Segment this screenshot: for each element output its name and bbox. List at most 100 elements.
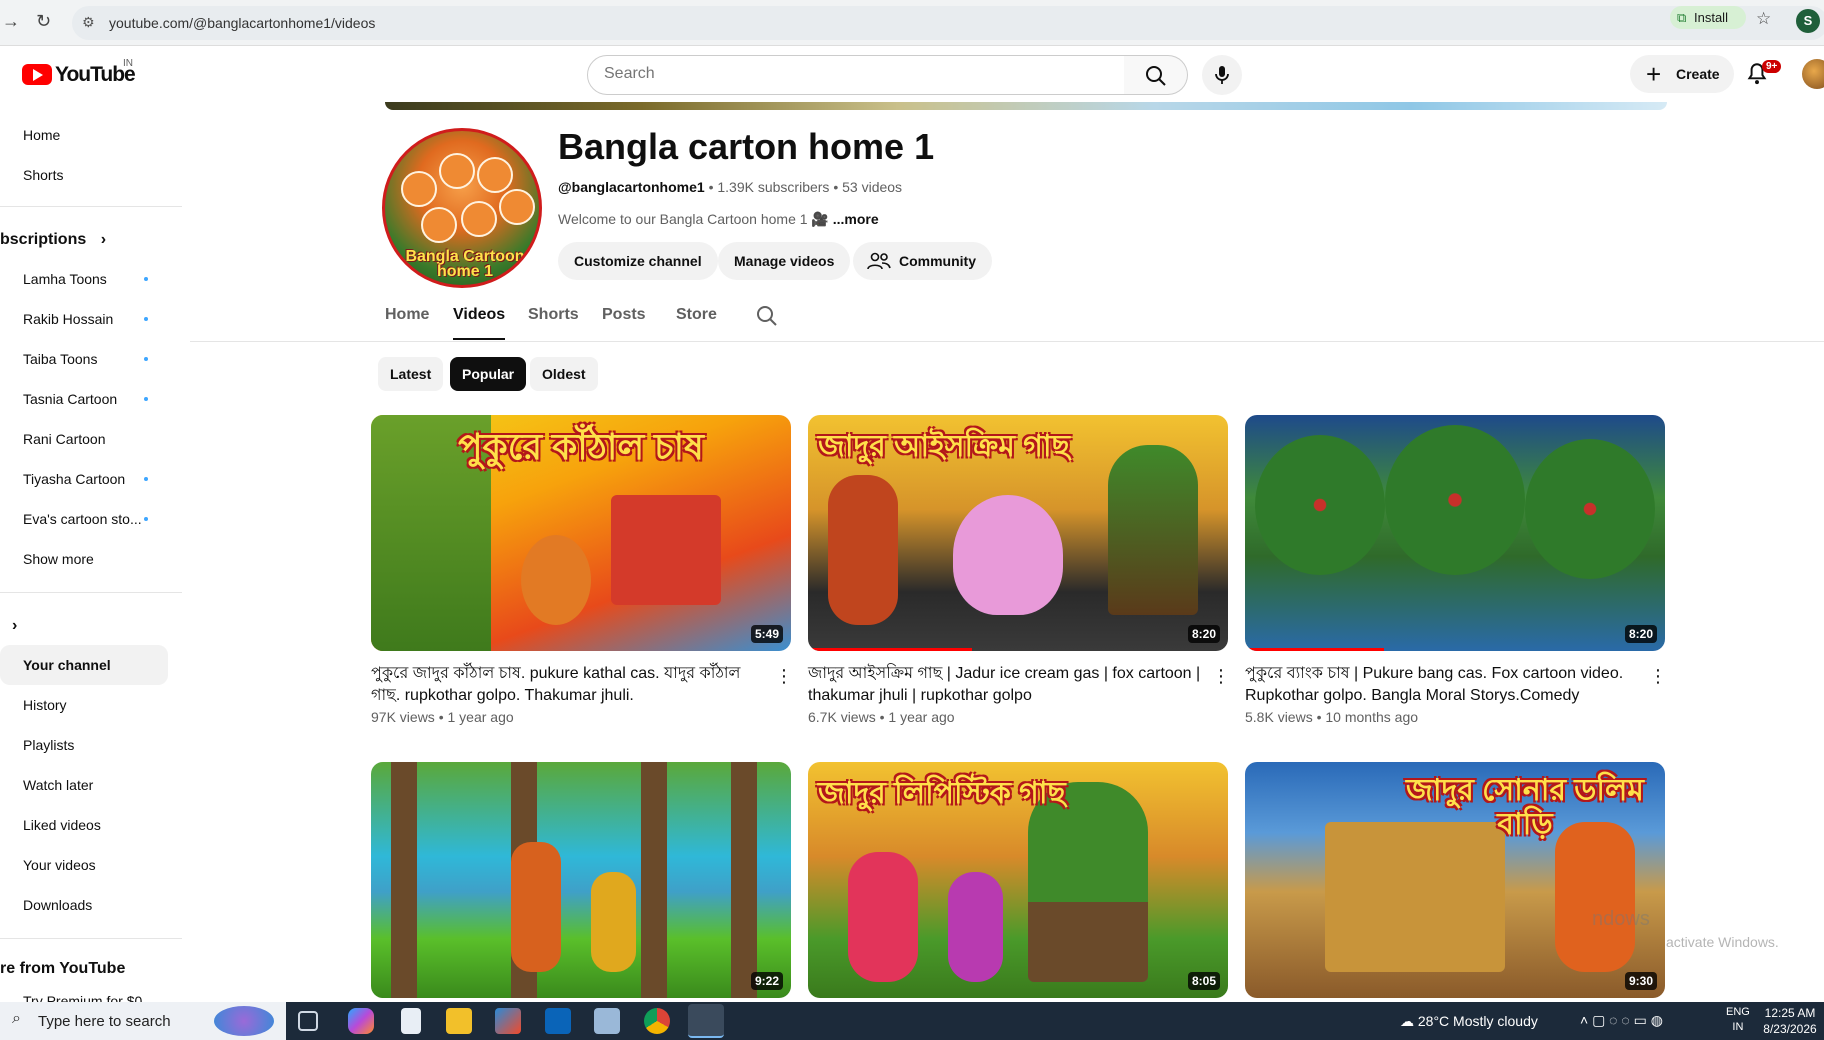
customize-channel-button[interactable]: Customize channel (558, 242, 718, 280)
create-button[interactable]: + Create (1630, 55, 1734, 93)
outlook-icon[interactable] (545, 1008, 571, 1034)
video-meta: 97K views • 1 year ago (371, 709, 514, 725)
reload-icon[interactable]: ↻ (36, 11, 51, 32)
task-view-icon[interactable] (298, 1011, 318, 1031)
file-explorer-icon[interactable] (446, 1008, 472, 1034)
sidebar-item-history[interactable]: History (0, 685, 168, 725)
sidebar-item-watch-later[interactable]: Watch later (0, 765, 168, 805)
filter-popular[interactable]: Popular (450, 357, 527, 391)
language-indicator[interactable]: ENG IN (1726, 1005, 1750, 1035)
video-thumbnail[interactable]: জাদুর আইসক্রিম গাছ 8:20 (808, 415, 1228, 651)
sidebar-item-your-channel[interactable]: Your channel (0, 645, 168, 685)
community-button[interactable]: Community (853, 242, 992, 280)
youtube-logo[interactable]: YouTube IN (22, 58, 136, 92)
notepad-icon[interactable] (401, 1008, 421, 1034)
site-settings-icon[interactable]: ⚙ (82, 14, 95, 31)
taskbar-clock[interactable]: 12:25 AM 8/23/2026 (1760, 1005, 1820, 1037)
address-bar[interactable]: ⚙ youtube.com/@banglacartonhome1/videos (72, 6, 1824, 40)
sidebar-item-subscription[interactable]: Tiyasha Cartoon (0, 459, 168, 499)
video-duration: 8:20 (1624, 625, 1657, 643)
system-tray-icons[interactable]: ˄ ▢ ◌ ◌ ▭ ◍ (1580, 1012, 1663, 1029)
thumb-house (611, 495, 721, 605)
sidebar-item-subscription[interactable]: Taiba Toons (0, 339, 168, 379)
sidebar-show-more[interactable]: Show more (0, 539, 168, 579)
voice-search-button[interactable] (1202, 55, 1242, 95)
channel-avatar[interactable]: Bangla Cartoon home 1 (382, 128, 542, 288)
manage-videos-button[interactable]: Manage videos (718, 242, 851, 280)
sidebar-item-shorts[interactable]: Shorts (0, 155, 168, 195)
sidebar-item-playlists[interactable]: Playlists (0, 725, 168, 765)
copilot-icon[interactable] (348, 1008, 374, 1034)
taskbar-search-label: Type here to search (38, 1013, 171, 1030)
tab-store[interactable]: Store (676, 306, 717, 324)
video-title[interactable]: জাদুর আইসক্রিম গাছ | Jadur ice cream gas… (808, 663, 1208, 707)
filter-oldest[interactable]: Oldest (530, 357, 598, 391)
video-card[interactable]: 9:22 (371, 762, 791, 998)
video-card[interactable]: 8:20 পুকুরে ব্যাংক চাষ | Pukure bang cas… (1245, 415, 1667, 735)
subscriptions-heading[interactable]: bscriptions › (0, 231, 106, 249)
sidebar-item-liked-videos[interactable]: Liked videos (0, 805, 168, 845)
photos-icon[interactable] (594, 1008, 620, 1034)
sidebar-item-subscription[interactable]: Rani Cartoon (0, 419, 168, 459)
search-input[interactable] (604, 65, 1104, 83)
video-card[interactable]: জাদুর আইসক্রিম গাছ 8:20 জাদুর আইসক্রিম গ… (808, 415, 1230, 735)
sidebar-item-label: Try Premium for $0 (23, 993, 143, 1002)
taskbar-weather[interactable]: ☁ 28°C Mostly cloudy (1400, 1013, 1538, 1030)
you-heading[interactable]: › (0, 617, 17, 635)
tab-posts[interactable]: Posts (602, 306, 646, 324)
more-options-icon[interactable]: ⋮ (1649, 667, 1667, 685)
thumbnail-title: জাদুর লিপিস্টিক গাছ (818, 777, 1066, 810)
clock-time: 12:25 AM (1764, 1006, 1816, 1020)
sidebar-item-subscription[interactable]: Eva's cartoon sto... (0, 499, 168, 539)
browser-profile-avatar[interactable]: S (1796, 9, 1820, 33)
video-thumbnail[interactable]: 9:22 (371, 762, 791, 998)
tab-home[interactable]: Home (385, 306, 429, 324)
sidebar-item-home[interactable]: Home (0, 115, 168, 155)
video-card[interactable]: জাদুর লিপিস্টিক গাছ 8:05 (808, 762, 1228, 998)
video-card[interactable]: পুকুরে কাঁঠাল চাষ 5:49 পুকুরে জাদুর কাঁঠ… (371, 415, 793, 735)
video-meta: 6.7K views • 1 year ago (808, 709, 955, 725)
sidebar-item-downloads[interactable]: Downloads (0, 885, 168, 925)
more-options-icon[interactable]: ⋮ (1212, 667, 1230, 685)
install-button[interactable]: ⧉ Install (1670, 6, 1746, 29)
tab-shorts[interactable]: Shorts (528, 306, 579, 324)
description-more-link[interactable]: ...more (833, 211, 879, 227)
sidebar-item-subscription[interactable]: Rakib Hossain (0, 299, 168, 339)
video-title[interactable]: পুকুরে ব্যাংক চাষ | Pukure bang cas. Fox… (1245, 663, 1645, 707)
chevron-right-icon: › (12, 617, 18, 634)
chrome-active-icon[interactable] (688, 1004, 724, 1038)
video-thumbnail[interactable]: পুকুরে কাঁঠাল চাষ 5:49 (371, 415, 791, 651)
video-thumbnail[interactable]: জাদুর সোনার ডলিম বাড়ি 9:30 (1245, 762, 1665, 998)
sidebar-item-subscription[interactable]: Tasnia Cartoon (0, 379, 168, 419)
channel-search-icon[interactable] (755, 304, 779, 328)
youtube-play-icon (22, 64, 52, 85)
video-title[interactable]: পুকুরে জাদুর কাঁঠাল চাষ. pukure kathal c… (371, 663, 771, 707)
sidebar-item-subscription[interactable]: Lamha Toons (0, 259, 168, 299)
sidebar: Home Shorts bscriptions › Lamha Toons Ra… (0, 102, 182, 1002)
forward-icon[interactable]: → (2, 11, 20, 32)
url-text[interactable]: youtube.com/@banglacartonhome1/videos (109, 15, 375, 31)
more-options-icon[interactable]: ⋮ (775, 667, 793, 685)
search-button[interactable] (1124, 55, 1188, 95)
microsoft-store-icon[interactable] (495, 1008, 521, 1034)
sidebar-item-label: Watch later (23, 777, 94, 793)
tab-videos[interactable]: Videos (453, 306, 505, 324)
video-thumbnail[interactable]: 8:20 (1245, 415, 1665, 651)
bookmark-star-icon[interactable]: ☆ (1756, 9, 1771, 29)
thumb-tree (1255, 435, 1385, 575)
video-card[interactable]: জাদুর সোনার ডলিম বাড়ি 9:30 (1245, 762, 1665, 998)
region-code: IN (1732, 1021, 1744, 1033)
video-thumbnail[interactable]: জাদুর লিপিস্টিক গাছ 8:05 (808, 762, 1228, 998)
notification-badge: 9+ (1762, 60, 1782, 73)
sidebar-item-premium[interactable]: Try Premium for $0 (0, 986, 168, 1002)
sidebar-item-label: Tasnia Cartoon (23, 391, 118, 407)
taskbar-search[interactable]: ⌕ Type here to search (0, 1002, 286, 1040)
sidebar-item-your-videos[interactable]: Your videos (0, 845, 168, 885)
video-duration: 9:22 (750, 972, 783, 990)
filter-latest[interactable]: Latest (378, 357, 444, 391)
plus-icon: + (1646, 59, 1662, 89)
new-content-dot (144, 397, 148, 401)
account-avatar[interactable] (1802, 59, 1824, 89)
chrome-icon[interactable] (644, 1008, 670, 1034)
channel-description[interactable]: Welcome to our Bangla Cartoon home 1 🎥 .… (558, 211, 879, 228)
